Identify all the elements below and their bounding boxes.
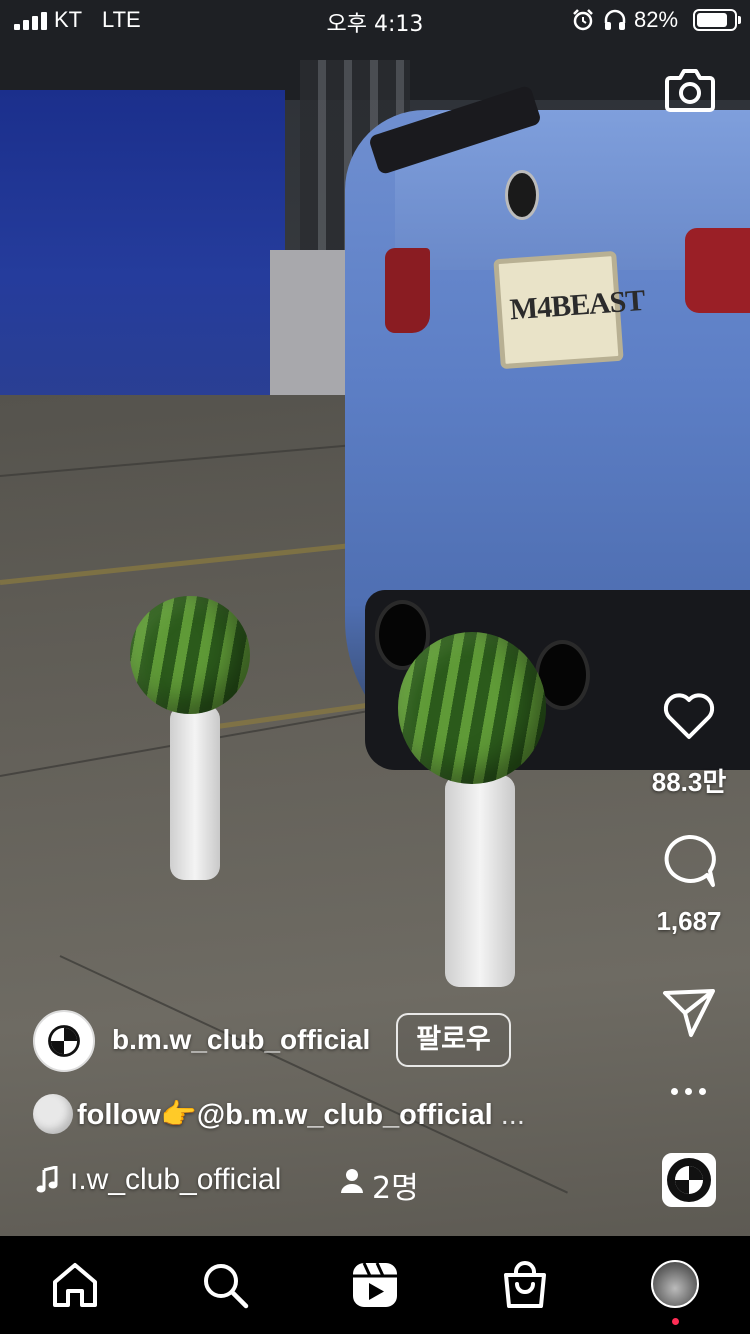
bollard-right — [445, 775, 515, 987]
reels-icon[interactable] — [350, 1260, 400, 1310]
comment-count: 1,687 — [656, 906, 722, 936]
battery-percent: 82% — [634, 7, 679, 32]
more-icon[interactable] — [671, 1088, 707, 1098]
shop-icon[interactable] — [500, 1260, 550, 1310]
floor-crack — [59, 955, 568, 1194]
avatar[interactable] — [33, 1010, 95, 1072]
alarm-icon — [573, 9, 593, 31]
status-bar: KT LTE 오후 4:13 82% — [0, 0, 750, 40]
music-note-icon — [36, 1166, 58, 1193]
battery-level — [697, 13, 727, 27]
car-badge — [505, 170, 539, 220]
camera-icon[interactable] — [664, 64, 716, 116]
bottom-nav — [0, 1236, 750, 1334]
audio-thumbnail[interactable] — [662, 1153, 716, 1207]
blue-wall — [0, 90, 285, 400]
heart-icon[interactable] — [661, 688, 717, 744]
home-icon[interactable] — [50, 1260, 100, 1310]
notification-dot — [672, 1318, 679, 1325]
watermelon-right — [398, 632, 546, 784]
taillight-left — [385, 248, 430, 333]
bmw-logo-icon — [36, 1013, 92, 1069]
caption-text: follow👉@b.m.w_club_official — [77, 1099, 493, 1131]
like-count: 88.3만 — [651, 767, 727, 797]
floor-crack — [0, 443, 359, 477]
share-icon[interactable] — [661, 985, 717, 1041]
tagged-people-count[interactable]: 2명 — [372, 1163, 419, 1207]
floor-marking — [0, 540, 379, 585]
profile-avatar[interactable] — [651, 1260, 699, 1308]
person-icon — [341, 1169, 363, 1193]
bollard-left — [170, 705, 220, 880]
search-icon[interactable] — [200, 1260, 250, 1310]
headphones-icon — [604, 9, 626, 30]
watermelon-left — [130, 596, 250, 714]
caption[interactable]: follow👉@b.m.w_club_official ... — [33, 1094, 525, 1134]
taillight-right — [685, 228, 750, 313]
caption-more[interactable]: ... — [501, 1099, 525, 1131]
white-circle-icon — [33, 1094, 73, 1134]
follow-button[interactable]: 팔로우 — [396, 1013, 511, 1067]
comment-icon[interactable] — [661, 833, 717, 889]
audio-name[interactable]: ı.w_club_official — [70, 1163, 281, 1197]
license-plate: M4BEAST — [493, 250, 645, 370]
battery-icon — [693, 9, 741, 31]
bmw-logo-icon — [667, 1158, 711, 1202]
username[interactable]: b.m.w_club_official — [112, 1024, 370, 1056]
